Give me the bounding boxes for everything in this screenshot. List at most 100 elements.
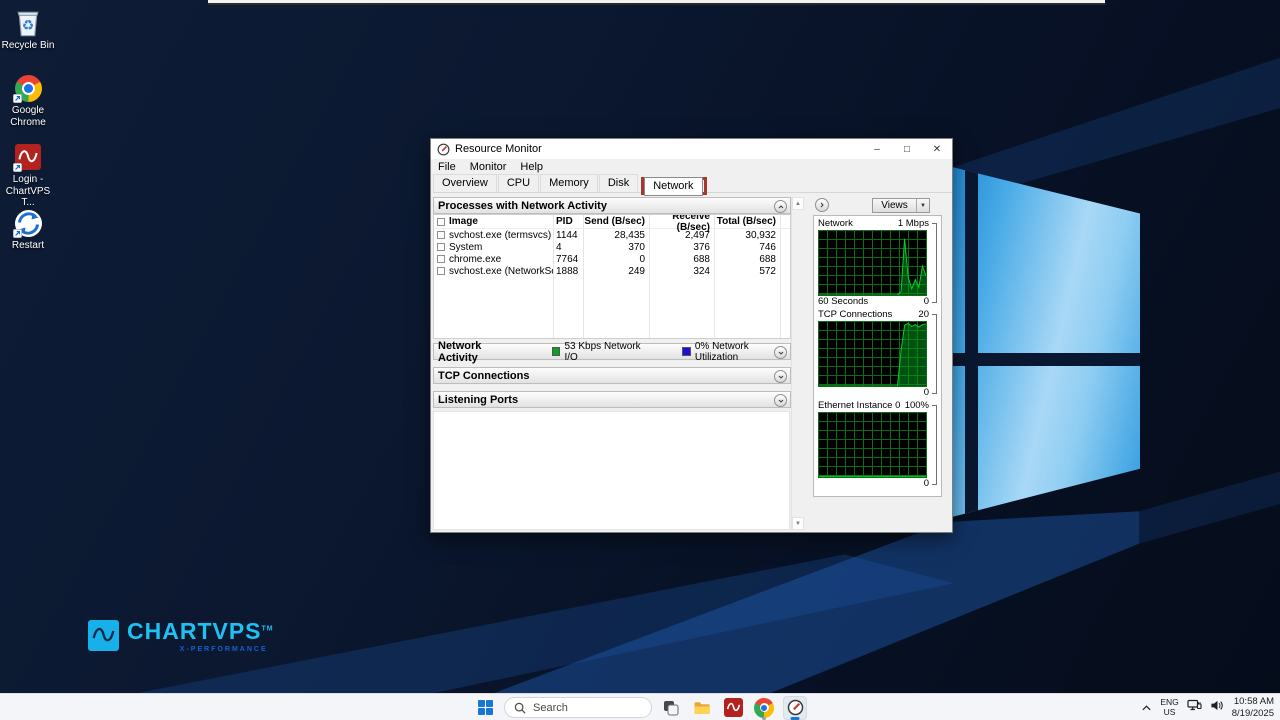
wallpaper-windows-logo — [948, 166, 1140, 518]
desktop[interactable]: ♻ Recycle Bin Google Chrome Login - Char… — [0, 0, 1280, 720]
row-checkbox[interactable] — [437, 243, 445, 251]
shortcut-arrow-icon — [13, 163, 22, 172]
network-activity-section-header[interactable]: Network Activity 53 Kbps Network I/O 0% … — [433, 343, 791, 360]
network-io-legend-swatch — [552, 347, 561, 356]
cell-pid: 1144 — [553, 230, 583, 241]
ethernet-graph-canvas — [818, 412, 927, 478]
scroll-down-arrow[interactable]: ▼ — [792, 517, 804, 530]
window-title: Resource Monitor — [455, 143, 542, 155]
expand-chevron-down-icon[interactable] — [774, 394, 787, 407]
network-tab-annotation-box: Network — [641, 177, 706, 195]
chartvps-logo-icon — [88, 620, 119, 651]
graph-max-label: 100% — [905, 400, 929, 412]
graph-max-label: 1 Mbps — [898, 218, 929, 230]
resource-monitor-app-button[interactable] — [783, 696, 807, 720]
scroll-up-arrow[interactable]: ▲ — [792, 197, 804, 210]
vertical-scrollbar[interactable]: ▲ ▼ — [791, 197, 803, 530]
search-placeholder: Search — [533, 702, 568, 714]
cell-total: 688 — [714, 254, 780, 265]
start-button[interactable] — [473, 696, 497, 720]
graph-title: Ethernet Instance 0 — [818, 400, 900, 412]
tab-overview[interactable]: Overview — [433, 174, 497, 192]
processes-table[interactable]: Image PID Send (B/sec) Receive (B/sec) T… — [433, 214, 791, 339]
search-input[interactable]: Search — [504, 697, 652, 718]
shortcut-arrow-icon — [13, 94, 22, 103]
date: 8/19/2025 — [1232, 708, 1274, 720]
desktop-icon-label: Recycle Bin — [2, 40, 55, 52]
resource-monitor-window: Resource Monitor – □ ✕ File Monitor Help… — [430, 138, 953, 533]
row-checkbox[interactable] — [437, 231, 445, 239]
desktop-icon-recycle-bin[interactable]: ♻ Recycle Bin — [0, 8, 56, 52]
column-pid[interactable]: PID — [553, 216, 583, 227]
cell-receive: 2,497 — [649, 230, 714, 241]
listening-ports-title: Listening Ports — [438, 394, 518, 406]
row-checkbox[interactable] — [437, 267, 445, 275]
menu-help[interactable]: Help — [513, 161, 550, 173]
resource-monitor-icon — [787, 699, 804, 716]
tab-cpu[interactable]: CPU — [498, 174, 539, 192]
tcp-connections-section-header[interactable]: TCP Connections — [433, 367, 791, 384]
desktop-icon-google-chrome[interactable]: Google Chrome — [0, 73, 56, 128]
graph-max-label: 20 — [918, 309, 929, 321]
tab-network[interactable]: Network — [644, 177, 702, 196]
chartvps-app-button[interactable] — [721, 696, 745, 720]
table-row[interactable]: chrome.exe 7764 0 688 688 — [434, 253, 790, 265]
file-explorer-icon — [693, 700, 711, 716]
title-bar[interactable]: Resource Monitor – □ ✕ — [431, 139, 952, 159]
column-send[interactable]: Send (B/sec) — [583, 216, 649, 227]
table-row[interactable]: svchost.exe (termsvcs) 1144 28,435 2,497… — [434, 229, 790, 241]
row-checkbox[interactable] — [437, 255, 445, 263]
table-row[interactable]: svchost.exe (NetworkService... 1888 249 … — [434, 265, 790, 277]
processes-section-header[interactable]: Processes with Network Activity — [433, 197, 791, 214]
watermark-tagline: X-PERFORMANCE — [180, 646, 268, 653]
close-button[interactable]: ✕ — [922, 139, 952, 159]
chartvps-watermark: CHARTVPSTM X-PERFORMANCE — [88, 620, 274, 653]
cell-image: svchost.exe (NetworkService... — [449, 266, 553, 277]
collapse-chevron-up-icon[interactable] — [774, 200, 787, 213]
graph-min-label: 0 — [924, 387, 929, 400]
watermark-brand: CHARTVPS — [127, 618, 262, 644]
table-header-row[interactable]: Image PID Send (B/sec) Receive (B/sec) T… — [434, 215, 790, 229]
language-indicator[interactable]: ENG US — [1160, 698, 1178, 718]
expand-chevron-down-icon[interactable] — [774, 370, 787, 383]
column-total[interactable]: Total (B/sec) — [714, 216, 780, 227]
windows-start-icon — [478, 700, 493, 715]
task-view-button[interactable] — [659, 696, 683, 720]
cell-send: 28,435 — [583, 230, 649, 241]
tray-expand-chevron[interactable] — [1141, 699, 1152, 717]
table-row[interactable]: System 4 370 376 746 — [434, 241, 790, 253]
expand-chevron-down-icon[interactable] — [774, 346, 787, 359]
listening-ports-section-header[interactable]: Listening Ports — [433, 391, 791, 408]
chrome-app-button[interactable] — [752, 696, 776, 720]
select-all-checkbox[interactable] — [437, 218, 445, 226]
views-dropdown-arrow-icon[interactable]: ▼ — [916, 199, 929, 212]
taskbar: Search — [0, 693, 1280, 720]
expand-graphs-chevron-right-icon[interactable] — [815, 198, 829, 212]
file-explorer-button[interactable] — [690, 696, 714, 720]
network-tray-icon[interactable] — [1187, 699, 1202, 717]
minimize-button[interactable]: – — [862, 139, 892, 159]
volume-tray-icon[interactable] — [1210, 699, 1224, 717]
clock[interactable]: 10:58 AM 8/19/2025 — [1232, 696, 1274, 720]
column-image[interactable]: Image — [449, 216, 478, 227]
views-dropdown[interactable]: Views ▼ — [872, 198, 930, 213]
graph-min-label: 0 — [924, 478, 929, 491]
scale-bracket — [932, 223, 937, 303]
empty-content-area — [433, 411, 790, 530]
desktop-icon-login-chartvps[interactable]: Login - ChartVPS T... — [0, 142, 56, 209]
maximize-button[interactable]: □ — [892, 139, 922, 159]
menu-bar: File Monitor Help — [431, 159, 952, 174]
tab-bar: Overview CPU Memory Disk Network — [433, 174, 952, 193]
menu-monitor[interactable]: Monitor — [463, 161, 514, 173]
network-utilization-legend-swatch — [682, 347, 691, 356]
tab-memory[interactable]: Memory — [540, 174, 598, 192]
views-dropdown-label: Views — [873, 199, 916, 212]
desktop-icon-label: Restart — [12, 240, 44, 252]
scale-bracket — [932, 314, 937, 394]
cell-image: svchost.exe (termsvcs) — [449, 230, 551, 241]
tab-disk[interactable]: Disk — [599, 174, 638, 192]
network-graph-canvas — [818, 230, 927, 296]
menu-file[interactable]: File — [431, 161, 463, 173]
cell-send: 249 — [583, 266, 649, 277]
desktop-icon-restart[interactable]: Restart — [0, 208, 56, 252]
